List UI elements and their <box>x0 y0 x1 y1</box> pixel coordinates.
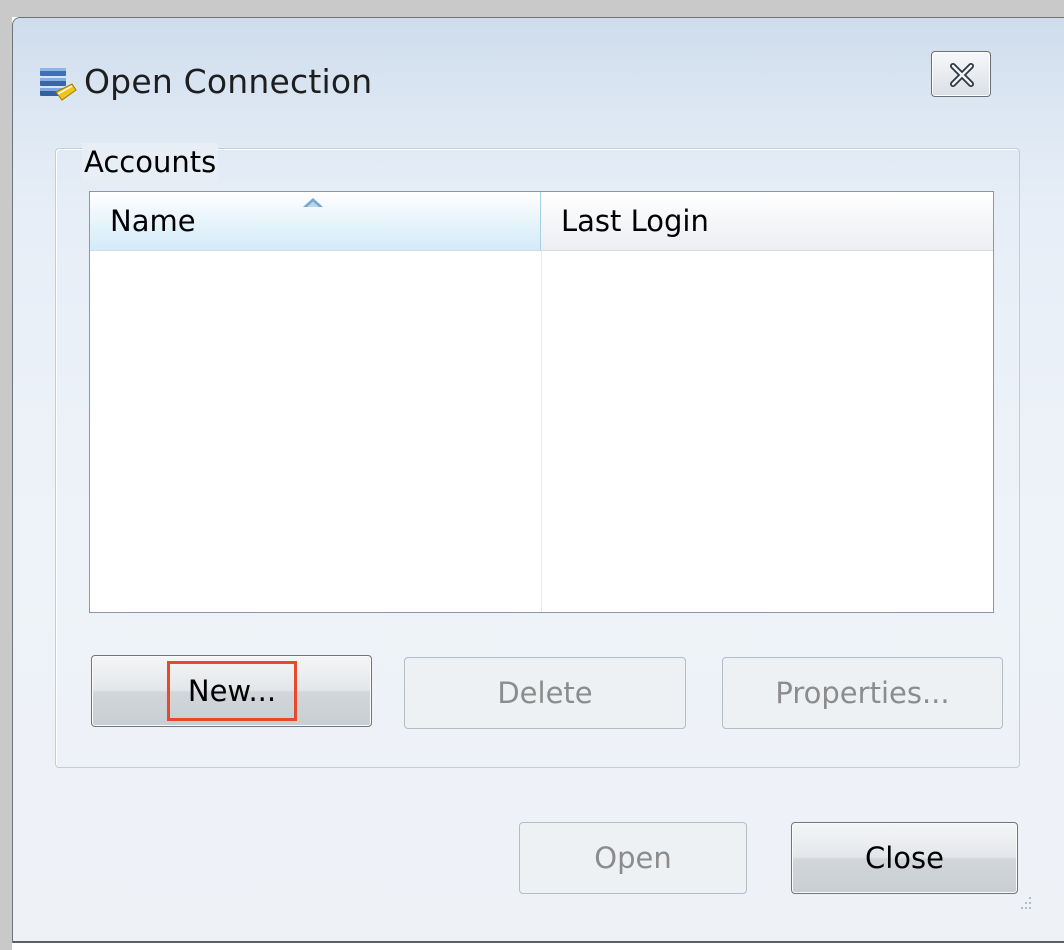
new-button-highlight: New... <box>167 661 297 721</box>
close-window-button[interactable] <box>931 51 991 97</box>
accounts-group-label: Accounts <box>82 143 219 181</box>
column-header-last-login-label: Last Login <box>561 204 709 238</box>
close-button[interactable]: Close <box>791 822 1018 894</box>
background-top-edge <box>0 0 1064 17</box>
column-divider <box>541 251 542 612</box>
column-header-name[interactable]: Name <box>90 192 541 251</box>
database-connection-icon <box>38 64 78 104</box>
close-icon <box>950 63 974 87</box>
new-button[interactable]: New... <box>91 655 372 727</box>
open-button[interactable]: Open <box>519 822 747 894</box>
new-button-label: New... <box>187 674 277 708</box>
accounts-list[interactable]: Name Last Login <box>89 191 994 613</box>
resize-grip-icon[interactable] <box>1014 894 1034 918</box>
delete-button[interactable]: Delete <box>404 657 686 729</box>
background-left-edge <box>0 0 12 950</box>
dialog-title: Open Connection <box>84 62 373 101</box>
column-header-name-label: Name <box>110 204 196 238</box>
column-header-last-login[interactable]: Last Login <box>541 192 993 251</box>
properties-button[interactable]: Properties... <box>722 657 1003 729</box>
sort-ascending-icon <box>303 198 323 207</box>
